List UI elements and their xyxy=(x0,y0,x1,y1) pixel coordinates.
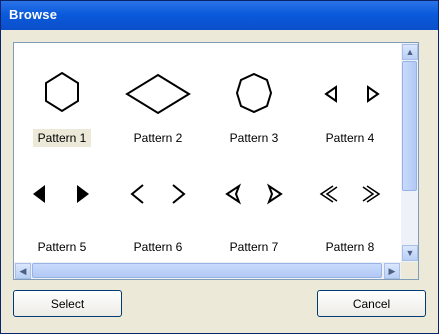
pattern-item-6[interactable]: Pattern 6 xyxy=(110,152,206,261)
small-open-triangles-icon xyxy=(324,85,380,103)
filled-triangles-icon xyxy=(33,185,89,203)
pattern-label: Pattern 6 xyxy=(133,240,183,254)
pattern-label: Pattern 8 xyxy=(325,240,375,254)
pattern-item-8[interactable]: Pattern 8 xyxy=(302,152,398,261)
scroll-right-button[interactable]: ▶ xyxy=(384,263,400,279)
pattern-item-4[interactable]: Pattern 4 xyxy=(302,43,398,152)
pattern-item-5[interactable]: Pattern 5 xyxy=(14,152,110,261)
pattern-label: Pattern 5 xyxy=(37,240,87,254)
chevron-down-icon: ▼ xyxy=(405,247,415,258)
pattern-item-1[interactable]: Pattern 1 xyxy=(14,43,110,152)
pattern-label: Pattern 4 xyxy=(325,131,375,145)
chevron-left-icon: ◀ xyxy=(19,265,27,276)
pattern-item-7[interactable]: Pattern 7 xyxy=(206,152,302,261)
notched-triangles-icon xyxy=(225,183,283,205)
pattern-item-3[interactable]: Pattern 3 xyxy=(206,43,302,152)
cancel-button[interactable]: Cancel xyxy=(317,290,426,317)
pattern-item-2[interactable]: Pattern 2 xyxy=(110,43,206,152)
window-title: Browse xyxy=(9,7,58,22)
scroll-down-button[interactable]: ▼ xyxy=(402,245,418,261)
browse-dialog: Browse Pattern 1 Pattern 2 Pattern 3 Pat… xyxy=(0,0,439,334)
vertical-scrollbar[interactable]: ▲ ▼ xyxy=(401,43,418,262)
pattern-label: Pattern 3 xyxy=(229,131,279,145)
chevron-up-icon: ▲ xyxy=(405,46,415,57)
scroll-up-button[interactable]: ▲ xyxy=(402,44,418,60)
double-chevrons-icon xyxy=(319,185,381,203)
hexagon-icon xyxy=(45,71,79,113)
horizontal-scroll-thumb[interactable] xyxy=(32,263,382,278)
chevron-right-icon: ▶ xyxy=(388,265,396,276)
scrollbar-corner xyxy=(401,262,418,279)
horizontal-scrollbar[interactable]: ◀ ▶ xyxy=(14,262,401,279)
scroll-left-button[interactable]: ◀ xyxy=(15,263,31,279)
vertical-scroll-thumb[interactable] xyxy=(402,61,417,191)
pattern-grid: Pattern 1 Pattern 2 Pattern 3 Pattern 4 … xyxy=(14,43,398,261)
pattern-label: Pattern 1 xyxy=(32,129,92,147)
pattern-label: Pattern 7 xyxy=(229,240,279,254)
select-button[interactable]: Select xyxy=(13,290,122,317)
pattern-list: Pattern 1 Pattern 2 Pattern 3 Pattern 4 … xyxy=(13,42,419,280)
title-bar[interactable]: Browse xyxy=(1,1,438,30)
pattern-label: Pattern 2 xyxy=(133,131,183,145)
rounded-hexagon-icon xyxy=(235,72,273,114)
diamond-icon xyxy=(125,73,191,115)
chevrons-icon xyxy=(130,184,186,204)
